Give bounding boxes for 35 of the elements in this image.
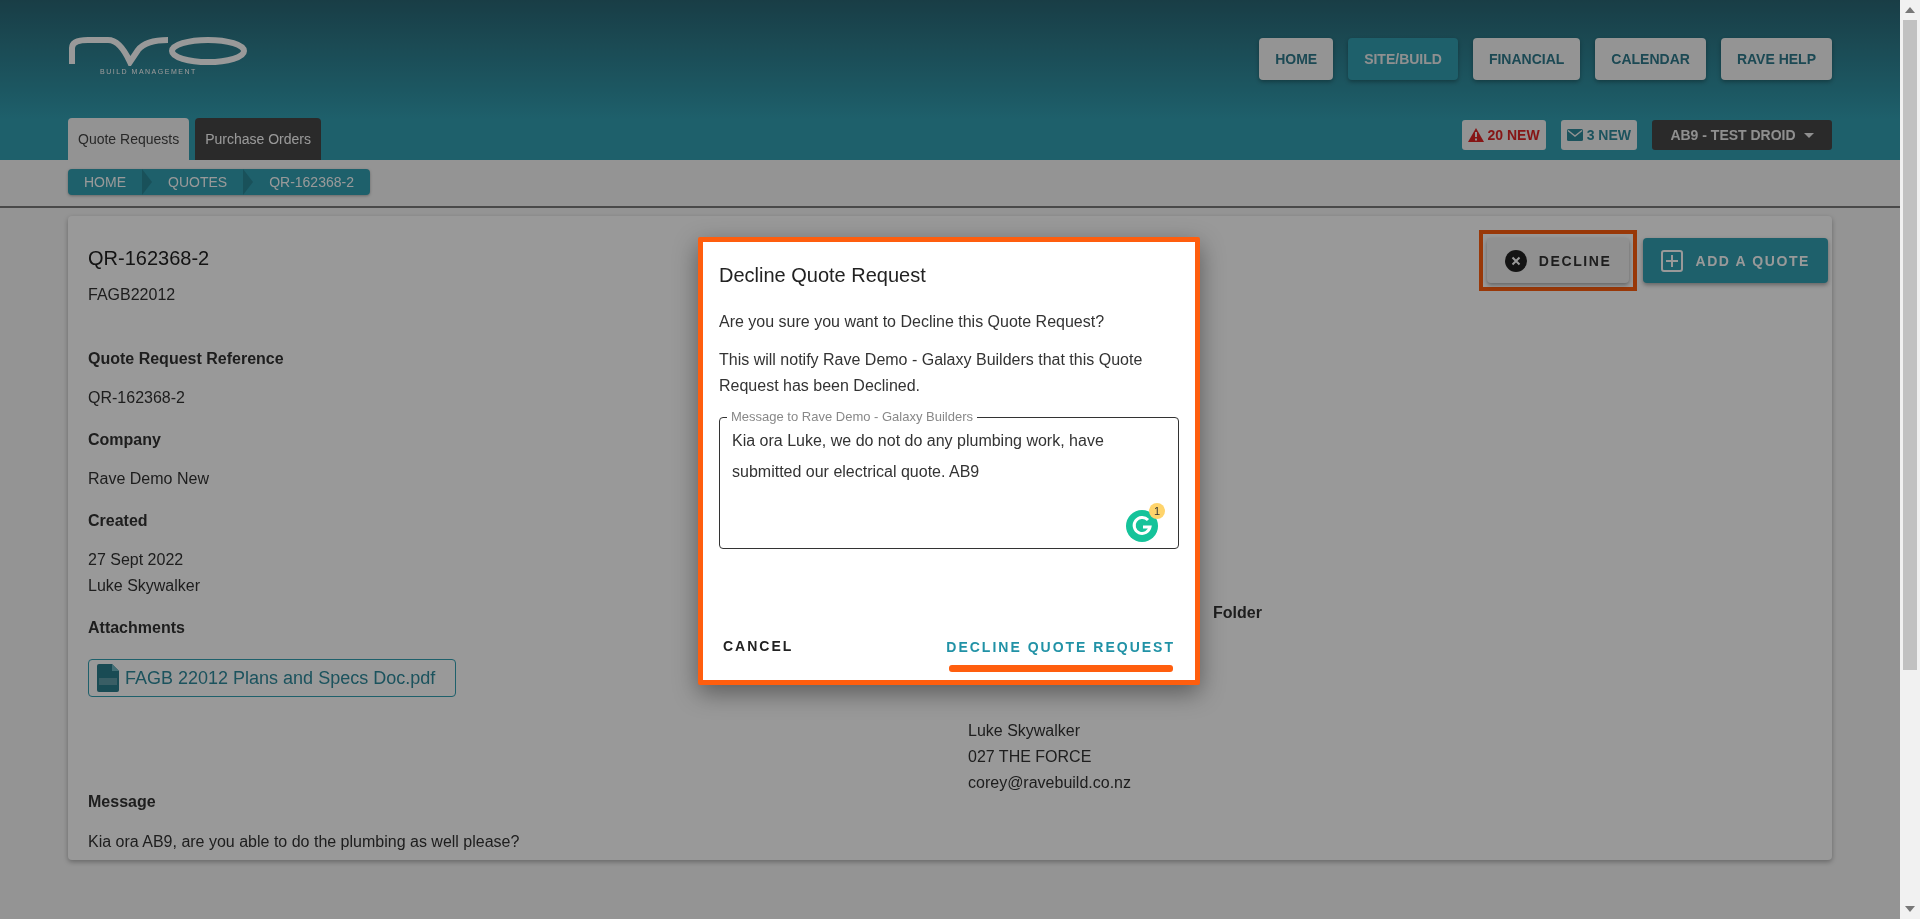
nav-button[interactable]: CALENDAR [1595, 38, 1706, 80]
alert-badge[interactable]: 20 NEW [1461, 120, 1546, 150]
field-label: Company [88, 431, 161, 449]
decline-button[interactable]: DECLINE [1486, 238, 1630, 283]
field-value: 27 Sept 2022 Luke Skywalker [88, 550, 201, 596]
dialog-text: Are you sure you want to Decline this Quote Request? [719, 312, 1106, 332]
field-value: QR-162368-2 [88, 388, 185, 408]
field-label: Folder [1213, 604, 1262, 622]
field-label: Attachments [88, 619, 185, 637]
breadcrumb-link[interactable]: HOME [68, 169, 142, 195]
quote-subtitle: FAGB22012 [88, 286, 177, 304]
field-value: Kia ora AB9, are you able to do the plumbing as well please? [88, 832, 520, 852]
breadcrumb-link[interactable]: QUOTES [152, 169, 244, 195]
message-field[interactable]: Message to Rave Demo - Galaxy Builders Kia ora Luke, we do not do any plumbing work, have submitted our electrical quote. AB9 1 [719, 409, 1179, 549]
nav-button[interactable]: FINANCIAL [1472, 38, 1581, 80]
nav-button[interactable]: HOME [1259, 38, 1334, 80]
breadcrumb-link[interactable]: QR-162368-2 [253, 169, 370, 195]
tab[interactable]: Purchase Orders [195, 118, 321, 160]
contact-details: Luke Skywalker 027 THE FORCE corey@ravebuild.co.nz [968, 721, 1131, 793]
alert-badge[interactable]: 3 NEW [1560, 120, 1637, 150]
nav-button[interactable]: SITE/BUILD [1348, 38, 1458, 80]
add-quote-button[interactable]: ADD A QUOTE [1643, 238, 1828, 283]
decline-quote-request-button[interactable]: DECLINE QUOTE REQUEST [942, 632, 1179, 661]
attachment-link[interactable]: FAGB 22012 Plans and Specs Doc.pdf [88, 659, 457, 697]
cancel-button[interactable]: CANCEL [719, 632, 798, 660]
user-menu[interactable]: AB9 - TEST DROID [1652, 120, 1832, 150]
nav-button[interactable]: RAVE HELP [1720, 38, 1832, 80]
field-label: Created [88, 512, 148, 530]
tab[interactable]: Quote Requests [68, 118, 190, 160]
dialog-text: This will notify Rave Demo - Galaxy Builders that this Quote Request has been Declined. [719, 350, 1144, 396]
field-value: Rave Demo New [88, 469, 209, 489]
field-label: Message [88, 793, 156, 811]
quote-title: QR-162368-2 [88, 247, 210, 270]
dialog-title: Decline Quote Request [719, 264, 927, 287]
field-label: Quote Request Reference [88, 350, 284, 368]
